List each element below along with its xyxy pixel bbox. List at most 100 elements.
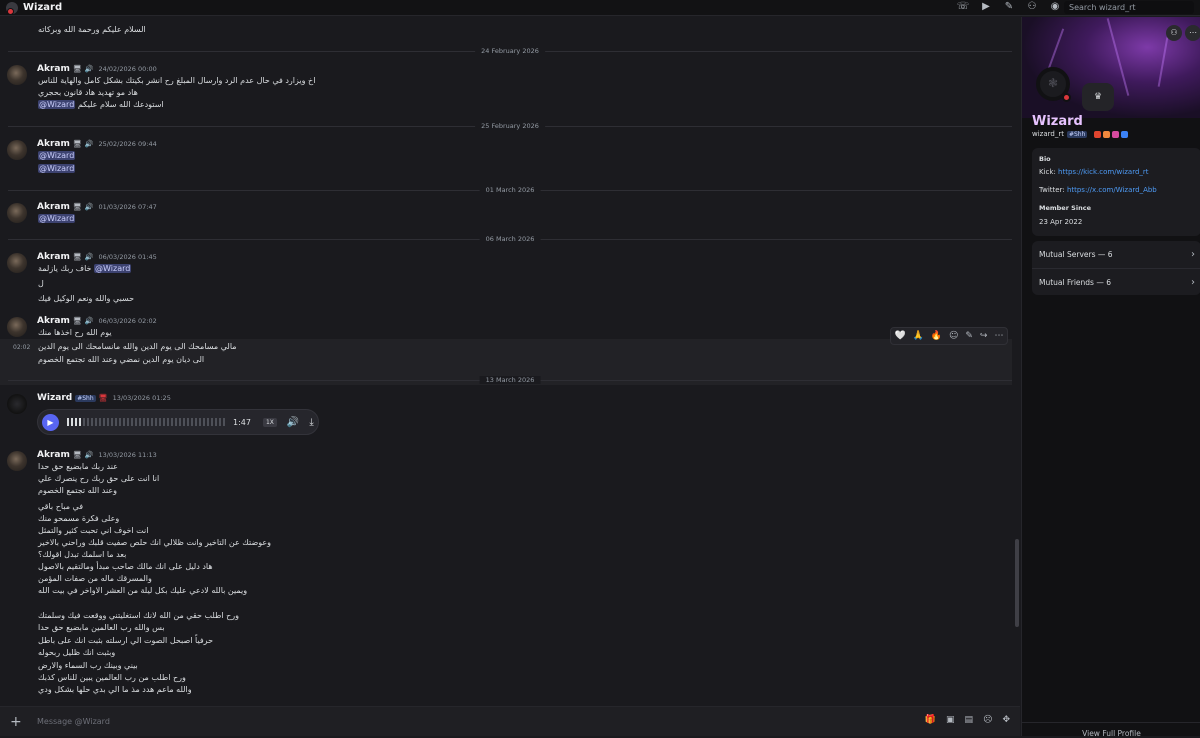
twitter-link[interactable]: https://x.com/Wizard_Abb (1067, 186, 1157, 194)
add-friend-icon[interactable]: ⚇ (1025, 1, 1039, 12)
message-text: وعلى فكرة مسمحو منك (38, 514, 120, 523)
hover-timestamp: 02:02 (13, 344, 31, 351)
volume-icon[interactable]: 🔊 (287, 417, 299, 428)
edit-icon[interactable]: ✎ (965, 331, 973, 341)
desktop-icon: 🖥 (72, 317, 82, 325)
avatar[interactable] (7, 203, 27, 223)
gif-icon[interactable]: ▣ (946, 715, 955, 725)
video-icon[interactable]: ▶ (979, 1, 993, 12)
more-icon[interactable]: ⋯ (1185, 25, 1200, 41)
chevron-right-icon: › (1191, 249, 1195, 260)
message-text: خاف ربك يازلمة @Wizard (38, 264, 132, 273)
author-name[interactable]: Akram (37, 316, 70, 326)
badge-icon[interactable] (1112, 130, 1120, 138)
message-header: Akram 🖥 🔊 25/02/2026 09:44 (37, 139, 157, 149)
avatar[interactable] (7, 65, 27, 85)
profile-icon[interactable]: ◉ (1048, 1, 1062, 12)
avatar[interactable] (7, 253, 27, 273)
kick-link[interactable]: https://kick.com/wizard_rt (1058, 168, 1148, 176)
profile-username[interactable]: wizard_rt (1032, 130, 1064, 138)
play-button[interactable]: ▶ (42, 413, 59, 431)
author-name[interactable]: Akram (37, 202, 70, 212)
badge-icon[interactable] (1121, 130, 1129, 138)
mention[interactable]: @Wizard (38, 164, 76, 173)
bio-kick-line: Kick: https://kick.com/wizard_rt (1039, 168, 1149, 176)
mention[interactable]: @Wizard (38, 214, 76, 223)
message-text: @Wizard (38, 164, 76, 173)
date-divider: 06 March 2026 (8, 235, 1012, 243)
desktop-icon: 🖥 (72, 203, 82, 211)
profile-display-name: Wizard (1032, 114, 1083, 129)
message-text: في مباح باقي (38, 502, 84, 511)
add-reaction-icon[interactable]: ☺ (949, 331, 958, 341)
date-divider: 25 February 2026 (8, 122, 1012, 130)
message-text: وعوضتك عن التاخير وانت ظلالي انك حلص صفي… (38, 538, 272, 547)
avatar[interactable] (7, 140, 27, 160)
more-icon[interactable]: ⋯ (994, 331, 1003, 341)
attach-plus-icon[interactable]: + (10, 714, 24, 730)
apps-icon[interactable]: ✥ (1002, 715, 1010, 725)
download-icon[interactable]: ⤓ (309, 417, 313, 428)
sticker-icon[interactable]: ▤ (965, 715, 974, 725)
author-name[interactable]: Akram (37, 252, 70, 262)
emoji-icon[interactable]: ☹ (983, 715, 992, 725)
desktop-icon: 🖥 (72, 65, 82, 73)
badge-icon[interactable] (1094, 130, 1102, 138)
message-text: والله ماعم هدد مذ ما الي بدي حلها بشكل و… (38, 685, 192, 694)
playback-speed-button[interactable]: 1X (262, 417, 277, 427)
user-profile-panel: ⚇ ⋯ ♛ Wizard wizard_rt #Shh Bio Kick: ht… (1021, 17, 1200, 738)
message-text: بس والله رب العالمين مابضيع حق حدا (38, 623, 165, 632)
bio-card: Bio Kick: https://kick.com/wizard_rt Twi… (1032, 148, 1200, 236)
voice-duration: 1:47 (233, 417, 251, 427)
reaction-pray[interactable]: 🙏 (913, 331, 924, 341)
clan-tag: #Shh (75, 394, 96, 402)
timestamp: 06/03/2026 02:02 (98, 317, 157, 325)
clan-tag[interactable]: #Shh (1066, 130, 1088, 138)
speaker-icon: 🔊 (84, 140, 94, 148)
avatar[interactable] (7, 317, 27, 337)
phone-icon[interactable]: ☏ (956, 1, 970, 12)
message-text: @Wizard (38, 151, 76, 160)
avatar[interactable] (7, 394, 27, 414)
scrollbar-thumb[interactable] (1015, 539, 1019, 627)
author-name[interactable]: Akram (37, 139, 70, 149)
message-header: Akram 🖥 🔊 24/02/2026 00:00 (37, 64, 157, 74)
member-since-label: Member Since (1039, 204, 1091, 212)
waveform[interactable] (67, 418, 225, 426)
message-input[interactable]: Message @Wizard (37, 717, 110, 726)
mention[interactable]: @Wizard (94, 264, 132, 273)
avatar[interactable] (7, 451, 27, 471)
gift-icon[interactable]: 🎁 (925, 715, 936, 725)
message-text: @Wizard (38, 214, 76, 223)
view-full-profile-button[interactable]: View Full Profile (1022, 722, 1200, 738)
message-text: وبثبت انك ظليل ربحوله (38, 648, 116, 657)
chat-scrollbar[interactable] (1014, 17, 1020, 705)
author-name[interactable]: Akram (37, 450, 70, 460)
message-text: ورح اطلب من رب العالمين يبين للناس كذبك (38, 673, 186, 682)
reply-icon[interactable]: ↪ (980, 331, 988, 341)
message-header: Akram 🖥 🔊 13/03/2026 11:13 (37, 450, 157, 460)
message-list: السلام عليكم ورحمة الله وبركاته 24 Febru… (0, 17, 1020, 705)
message-text: @Wizard استودعك الله سلام عليكم (38, 100, 164, 109)
message-text: عند ربك مابضيع حق حدا (38, 462, 118, 471)
dm-avatar-icon (6, 1, 18, 15)
mutual-servers-row[interactable]: Mutual Servers — 6 › (1032, 241, 1200, 268)
profile-badges (1094, 130, 1129, 138)
author-name[interactable]: Wizard (37, 393, 72, 403)
mutual-friends-row[interactable]: Mutual Friends — 6 › (1032, 268, 1200, 295)
reaction-fire[interactable]: 🔥 (931, 331, 942, 341)
reaction-heart[interactable]: 🤍 (894, 331, 905, 341)
mention[interactable]: @Wizard (38, 151, 76, 160)
speaker-icon: 🔊 (84, 65, 94, 73)
add-friend-icon[interactable]: ⚇ (1166, 25, 1182, 41)
search-input[interactable]: Search wizard_rt (1064, 1, 1194, 14)
badge-icon[interactable] (1103, 130, 1111, 138)
date-divider: 13 March 2026 (8, 376, 1012, 384)
message-text: حرفياً اصبحل الصوت الي ارسلته بثبت انك ع… (38, 636, 214, 645)
profile-username-row: wizard_rt #Shh (1032, 130, 1129, 138)
voice-message-player: ▶ 1:47 1X 🔊 ⤓ (37, 409, 319, 435)
author-name[interactable]: Akram (37, 64, 70, 74)
pin-icon[interactable]: ✎ (1002, 1, 1016, 12)
mention[interactable]: @Wizard (38, 100, 76, 109)
desktop-icon: 🖥 (98, 394, 108, 402)
